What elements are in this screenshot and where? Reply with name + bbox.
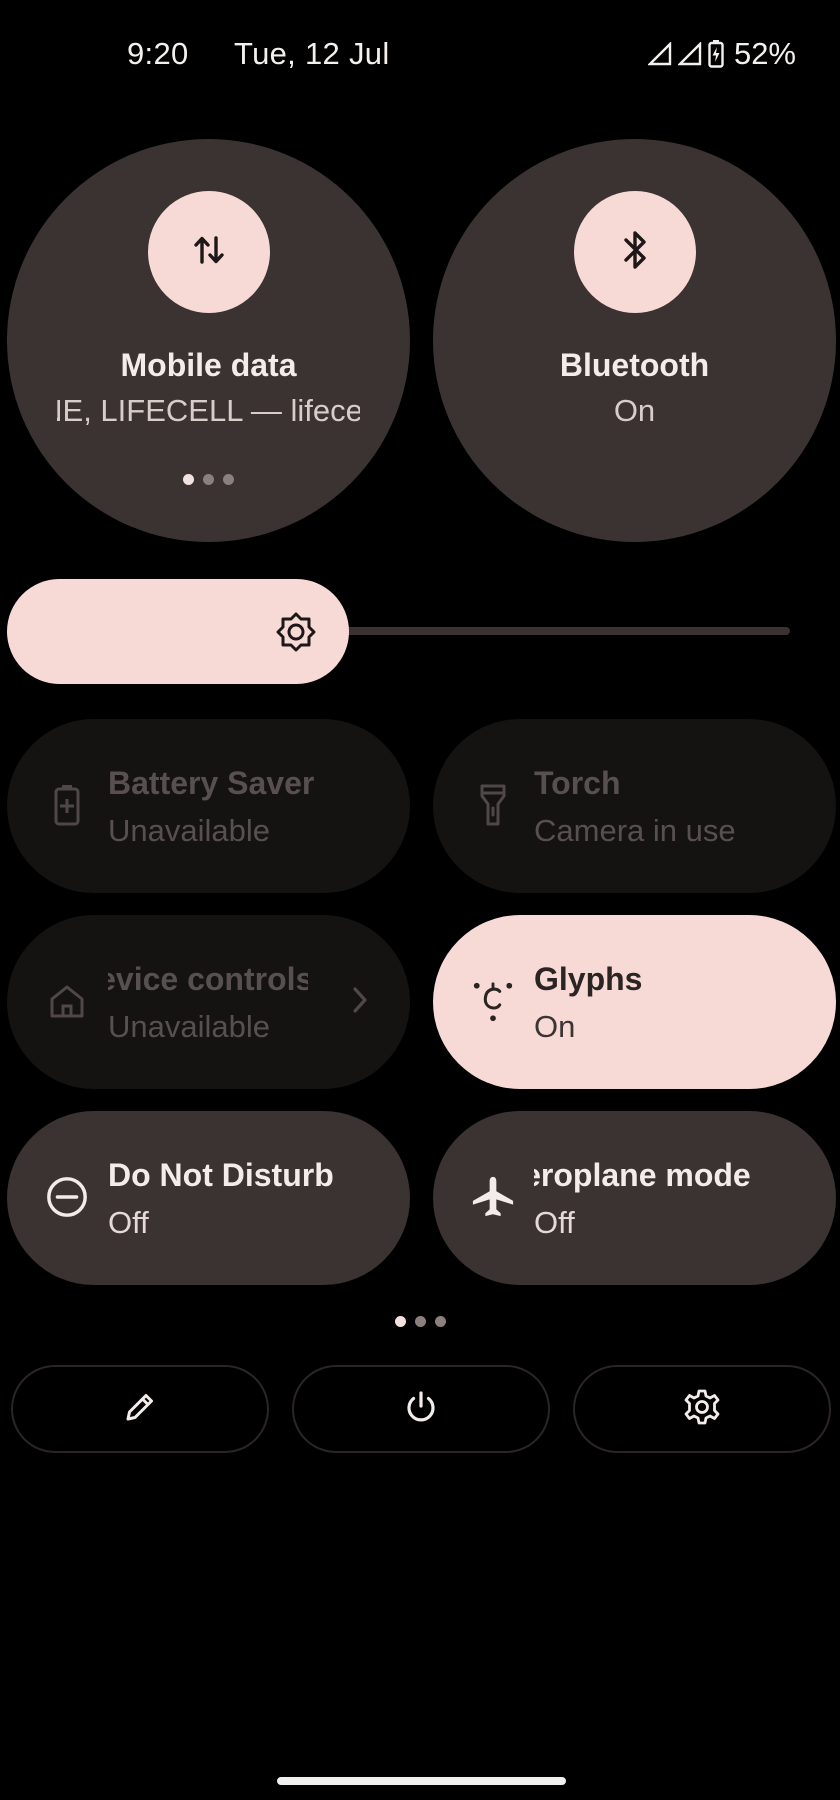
brightness-track[interactable] <box>340 627 790 635</box>
tile-subtitle-text: KYIVSTAR, VODAFONE, LIFECELL — lifecell,… <box>57 393 360 428</box>
tile-torch[interactable]: Torch Camera in use <box>433 719 836 893</box>
settings-icon <box>683 1388 721 1431</box>
pager-dot <box>223 474 234 485</box>
tile-title: Bluetooth <box>559 347 710 383</box>
tile-title: Glyphs <box>534 961 643 997</box>
glyphs-icon <box>471 979 515 1023</box>
mobile-data-icon-circle <box>148 191 270 313</box>
tile-bluetooth[interactable]: Bluetooth On <box>433 139 836 542</box>
power-icon <box>403 1389 439 1430</box>
tile-subtitle: KYIVSTAR, VODAFONE, LIFECELL — lifecell,… <box>57 393 360 429</box>
tile-do-not-disturb[interactable]: Do Not Disturb Off <box>7 1111 410 1285</box>
pager-dot <box>434 1316 446 1327</box>
tile-title: Device controls <box>108 961 308 998</box>
bluetooth-icon <box>615 228 655 277</box>
tile-device-controls[interactable]: Device controls Unavailable <box>7 915 410 1089</box>
tile-title: Aeroplane mode <box>534 1157 764 1194</box>
tile-title-text: Aeroplane mode <box>534 1157 751 1193</box>
signal-icon <box>677 42 702 66</box>
mobile-data-icon <box>189 230 229 275</box>
pager-dot <box>183 474 194 485</box>
pager-dot <box>203 474 214 485</box>
settings-button[interactable] <box>573 1365 831 1453</box>
pager-dot <box>414 1316 426 1327</box>
pager-dot <box>394 1316 406 1327</box>
tile-title-text: Device controls <box>108 961 308 997</box>
tile-subtitle: Off <box>534 1205 575 1240</box>
chevron-right-icon <box>350 983 370 1022</box>
bluetooth-icon-circle <box>574 191 696 313</box>
status-date: Tue, 12 Jul <box>234 36 390 71</box>
tile-title: Torch <box>534 765 621 801</box>
tile-title: Battery Saver <box>108 765 315 801</box>
brightness-icon <box>275 611 317 658</box>
battery-icon <box>708 40 724 68</box>
quick-settings-panel: 9:20 Tue, 12 Jul 52% Mobile data KYIVSTA… <box>0 0 840 1800</box>
battery-percentage: 52% <box>733 36 796 71</box>
tile-subtitle: Unavailable <box>108 1009 270 1044</box>
tile-title: Mobile data <box>120 347 297 383</box>
tile-subtitle: Camera in use <box>534 813 736 848</box>
tile-airplane-mode[interactable]: Aeroplane mode Off <box>433 1111 836 1285</box>
power-button[interactable] <box>292 1365 550 1453</box>
gesture-navigation-bar[interactable] <box>277 1777 566 1785</box>
tile-subtitle: On <box>613 393 656 428</box>
tile-mobile-data[interactable]: Mobile data KYIVSTAR, VODAFONE, LIFECELL… <box>7 139 410 542</box>
tile-battery-saver[interactable]: Battery Saver Unavailable <box>7 719 410 893</box>
battery-saver-icon <box>45 783 89 827</box>
status-time: 9:20 <box>127 36 189 71</box>
mobile-data-pager <box>7 474 410 485</box>
edit-button[interactable] <box>11 1365 269 1453</box>
tile-subtitle: On <box>534 1009 576 1044</box>
status-icons: 52% <box>647 36 796 72</box>
tiles-pager <box>0 1316 840 1327</box>
airplane-icon <box>471 1175 515 1219</box>
tile-subtitle: Unavailable <box>108 813 270 848</box>
home-icon <box>45 979 89 1023</box>
do-not-disturb-icon <box>45 1175 89 1219</box>
torch-icon <box>471 783 515 827</box>
tile-glyphs[interactable]: Glyphs On <box>433 915 836 1089</box>
tile-title: Do Not Disturb <box>108 1157 334 1193</box>
edit-icon <box>122 1389 158 1430</box>
signal-icon <box>647 42 672 66</box>
tile-subtitle: Off <box>108 1205 149 1240</box>
